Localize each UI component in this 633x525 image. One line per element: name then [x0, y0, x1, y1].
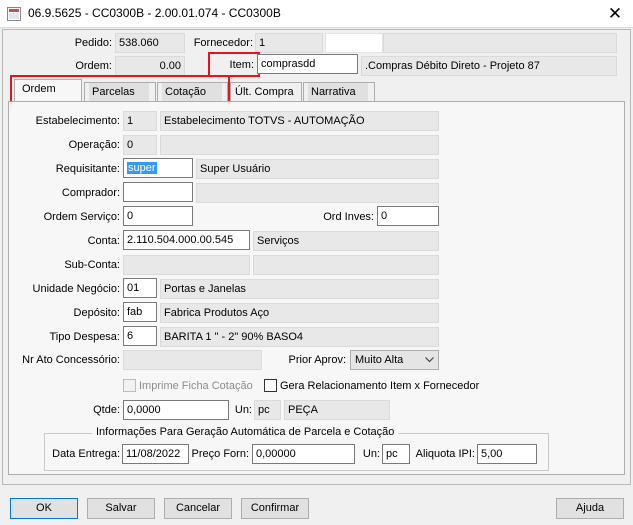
group-un-label: Un:	[362, 448, 380, 460]
unidade-negocio-desc-field: Portas e Janelas	[160, 279, 439, 299]
deposito-label: Depósito:	[73, 307, 120, 319]
data-entrega-label: Data Entrega:	[52, 448, 120, 460]
tab-ordem[interactable]: Ordem	[14, 79, 82, 101]
tab-narrativa[interactable]: Narrativa	[303, 82, 375, 102]
app-icon	[7, 7, 21, 21]
unidade-negocio-input[interactable]: 01	[123, 278, 157, 298]
aliquota-ipi-label: Aliquota IPI:	[415, 448, 475, 460]
close-icon[interactable]: ✕	[603, 3, 627, 25]
ordem-servico-input[interactable]: 0	[123, 206, 193, 226]
fornecedor-code-field: 1	[255, 33, 323, 53]
subconta-desc-field	[253, 255, 439, 275]
subconta-label: Sub-Conta:	[64, 259, 120, 271]
imprime-ficha-label: Imprime Ficha Cotação	[139, 380, 253, 392]
item-input[interactable]: comprasdd	[257, 54, 358, 74]
operacao-label: Operação:	[68, 139, 120, 151]
tipo-despesa-label: Tipo Despesa:	[49, 331, 120, 343]
estabelecimento-name-field: Estabelecimento TOTVS - AUTOMAÇÃO	[160, 111, 439, 131]
nr-ato-label: Nr Ato Concessório:	[22, 354, 120, 366]
ordem-field: 0.00	[115, 56, 185, 76]
un-field: pc	[254, 400, 281, 420]
preco-forn-input[interactable]: 0,00000	[252, 444, 355, 464]
conta-label: Conta:	[87, 235, 120, 247]
salvar-button[interactable]: Salvar	[87, 498, 155, 519]
unidade-negocio-label: Unidade Negócio:	[32, 283, 120, 295]
ordem-servico-label: Ordem Serviço:	[43, 211, 120, 223]
gera-rel-checkbox[interactable]	[264, 379, 277, 392]
title-bar: 06.9.5625 - CC0300B - 2.00.01.074 - CC03…	[0, 0, 633, 28]
qtde-input[interactable]: 0,0000	[123, 400, 229, 420]
ord-inves-input[interactable]: 0	[377, 206, 439, 226]
ok-button[interactable]: OK	[10, 498, 78, 519]
comprador-input[interactable]	[123, 182, 193, 202]
pedido-label: Pedido:	[74, 37, 112, 49]
fornecedor-name-field	[325, 33, 383, 53]
conta-input[interactable]: 2.110.504.000.00.545	[123, 230, 250, 250]
estabelecimento-code-field: 1	[123, 111, 157, 131]
item-label: Item:	[229, 59, 254, 71]
tab-cotacao-label: Cotação	[162, 83, 222, 102]
ord-inves-label: Ord Inves:	[323, 211, 374, 223]
deposito-desc-field: Fabrica Produtos Aço	[160, 303, 439, 323]
pedido-field: 538.060	[115, 33, 185, 53]
gera-rel-label: Gera Relacionamento Item x Fornecedor	[280, 380, 480, 392]
tab-ult-compra[interactable]: Últ. Compra	[230, 82, 302, 102]
requisitante-selected-text: super	[127, 162, 157, 174]
item-description: .Compras Débito Direto - Projeto 87	[361, 56, 617, 76]
un-label: Un:	[234, 404, 252, 416]
requisitante-input[interactable]: super	[123, 158, 193, 178]
tab-cotacao[interactable]: Cotação	[157, 82, 228, 102]
conta-desc-field: Serviços	[253, 231, 439, 251]
data-entrega-input[interactable]: 11/08/2022	[122, 444, 189, 464]
prior-aprov-select[interactable]: Muito Alta	[350, 350, 439, 370]
aliquota-ipi-input[interactable]: 5,00	[477, 444, 537, 464]
preco-forn-label: Preço Forn:	[191, 448, 249, 460]
imprime-ficha-checkbox[interactable]	[123, 379, 136, 392]
requisitante-name-field: Super Usuário	[196, 159, 439, 179]
prior-aprov-value: Muito Alta	[355, 354, 404, 366]
ajuda-button[interactable]: Ajuda	[556, 498, 624, 519]
comprador-label: Comprador:	[61, 187, 120, 199]
operacao-desc-field	[160, 135, 439, 155]
tab-ult-compra-label: Últ. Compra	[235, 86, 294, 98]
chevron-down-icon	[425, 357, 434, 363]
estabelecimento-label: Estabelecimento:	[35, 115, 120, 127]
un-desc-field: PEÇA	[284, 400, 390, 420]
window-title: 06.9.5625 - CC0300B - 2.00.01.074 - CC03…	[28, 6, 281, 20]
tab-ordem-label: Ordem	[19, 80, 79, 99]
requisitante-label: Requisitante:	[55, 163, 120, 175]
tipo-despesa-input[interactable]: 6	[123, 326, 157, 346]
tab-parcelas[interactable]: Parcelas	[84, 82, 156, 102]
fornecedor-name-field-ext	[383, 33, 617, 53]
confirmar-button[interactable]: Confirmar	[241, 498, 309, 519]
fornecedor-label: Fornecedor:	[193, 37, 253, 49]
tipo-despesa-desc-field: BARITA 1 " - 2" 90% BASO4	[160, 327, 439, 347]
tab-parcelas-label: Parcelas	[89, 83, 149, 102]
comprador-name-field	[196, 183, 439, 203]
subconta-field	[123, 255, 250, 275]
geracao-group-title: Informações Para Geração Automática de P…	[92, 426, 399, 438]
prior-aprov-label: Prior Aprov:	[288, 354, 346, 366]
deposito-input[interactable]: fab	[123, 302, 157, 322]
group-un-input[interactable]: pc	[382, 444, 410, 464]
cancelar-button[interactable]: Cancelar	[164, 498, 232, 519]
tab-narrativa-label: Narrativa	[308, 83, 368, 102]
qtde-label: Qtde:	[93, 404, 120, 416]
operacao-field: 0	[123, 135, 157, 155]
nr-ato-field	[123, 350, 262, 370]
ordem-label: Ordem:	[75, 60, 112, 72]
